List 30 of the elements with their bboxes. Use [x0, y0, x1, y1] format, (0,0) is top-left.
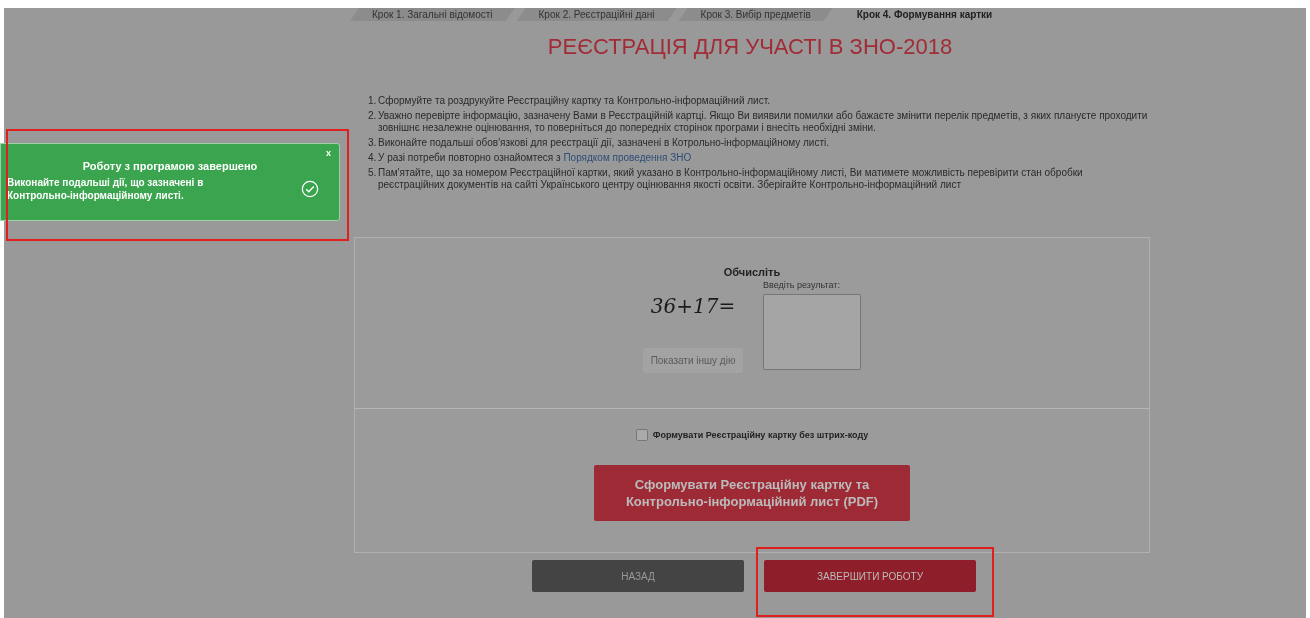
- item-number: 4.: [368, 152, 376, 164]
- result-label: Введіть результат:: [763, 280, 841, 290]
- generate-pdf-button[interactable]: Сформувати Реєстраційну картку та Контрольно-інформаційний лист (PDF): [594, 465, 910, 521]
- instruction-text: Виконайте подальші обов'язкові для реєстрації дії, зазначені в Котрольно-інформаційному листі.: [378, 137, 831, 149]
- back-button[interactable]: НАЗАД: [532, 560, 744, 592]
- close-button[interactable]: x: [326, 148, 331, 158]
- item-number: 2.: [368, 110, 376, 123]
- finish-button[interactable]: ЗАВЕРШИТИ РОБОТУ: [764, 560, 976, 592]
- toast-message: Виконайте подальші дії, що зазначені в Контрольно-інформаційному листі.: [7, 176, 205, 202]
- step-tab[interactable]: Крок 1. Загальні відомості: [350, 8, 515, 21]
- item-number: 3.: [368, 137, 376, 149]
- captcha-expression: 36+17=: [650, 294, 736, 318]
- step-tab[interactable]: Крок 2. Реєстраційні дані: [516, 8, 677, 21]
- instruction-text: Сформуйте та роздрукуйте Реєстраційну картку та Контрольно-інформаційний лист.: [378, 95, 771, 107]
- other-expression-button[interactable]: Показати іншу дію: [642, 348, 744, 373]
- result-field[interactable]: [763, 294, 861, 370]
- captcha-heading: Обчисліть: [722, 265, 782, 278]
- page-title: РЕЄСТРАЦІЯ ДЛЯ УЧАСТІ В ЗНО-2018: [546, 35, 954, 61]
- rules-link[interactable]: Порядком проведення ЗНО: [563, 152, 692, 163]
- step-tab[interactable]: Крок 4. Формування картки: [834, 8, 1015, 21]
- instruction-text: У разі потреби повторно ознайомтеся з Порядком проведення ЗНО: [378, 152, 693, 164]
- step-tab[interactable]: Крок 3. Вибір предметів: [678, 8, 833, 21]
- check-circle-icon: [301, 180, 319, 198]
- item-number: 1.: [368, 95, 376, 107]
- instruction-text: Пам'ятайте, що за номером Реєстраційної картки, який указано в Контрольно-інформаційному листі, Ви матимете можливість перевірити стан обробки реєстраційних документів на сайті Українського центру оцінювання якості освіти. Зберігайте Контрольно-інформаційний лист: [378, 167, 1084, 191]
- checkbox-label: Формувати Реєстраційну картку без штрих-коду: [652, 430, 869, 440]
- barcode-checkbox[interactable]: [635, 429, 648, 441]
- instruction-text: Уважно перевірте інформацію, зазначену Вами в Реєстраційній картці. Якщо Ви виявили помилки або бажаєте змінити перелік предметів, з яких плануєте проходити зовнішнє незалежне оцінювання, то поверніться до попередніх сторінок програми і внесіть необхідні зміни.: [378, 110, 1149, 134]
- item-number: 5.: [368, 167, 376, 180]
- toast-title: Роботу з програмою завершено: [81, 160, 259, 172]
